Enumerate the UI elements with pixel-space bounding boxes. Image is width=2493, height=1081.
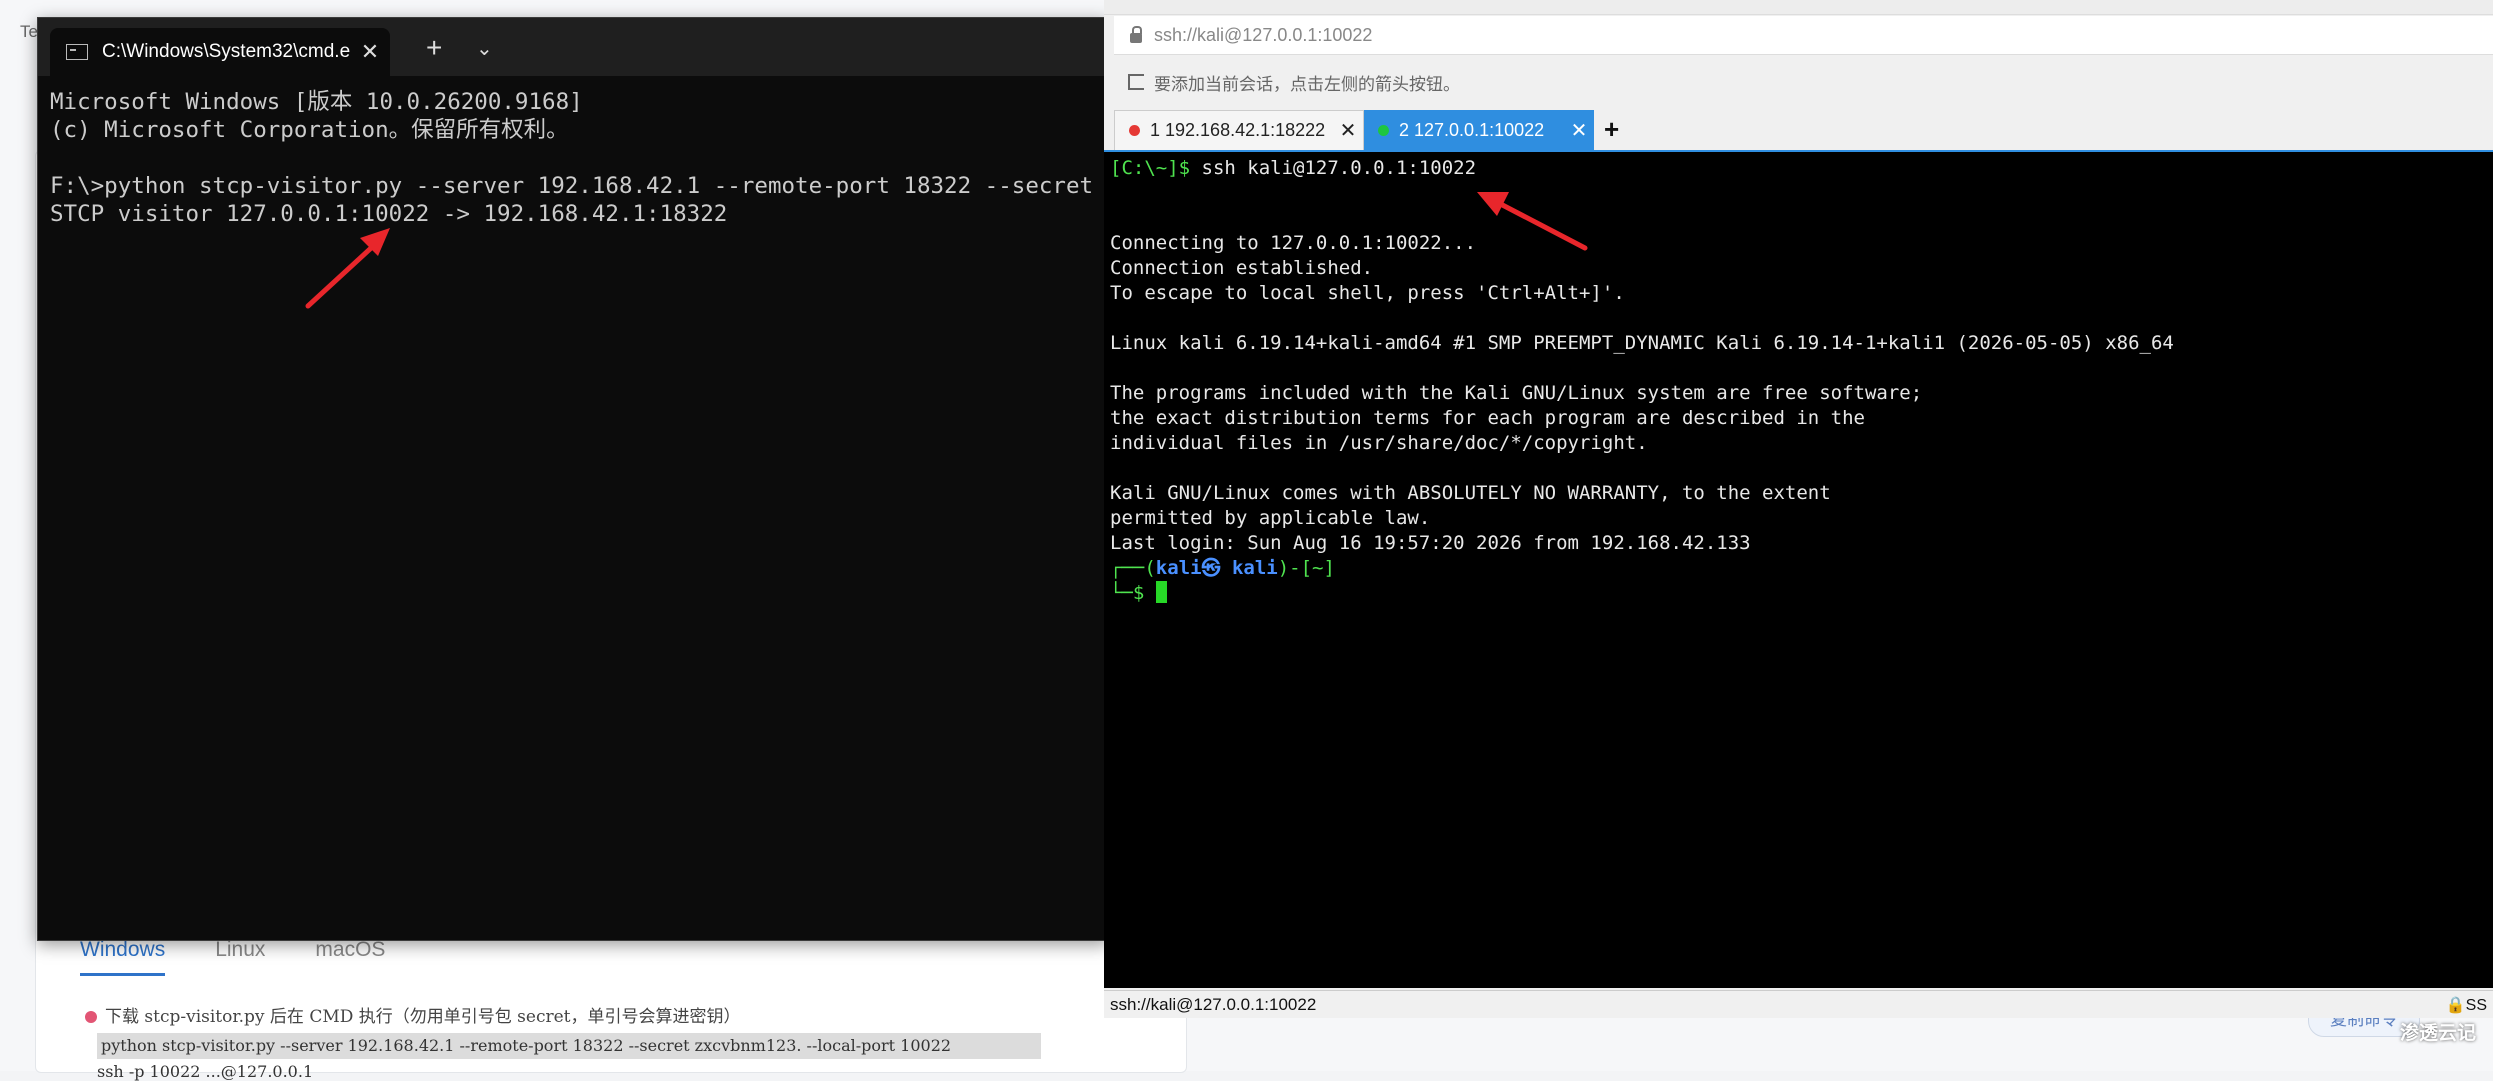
kali-prompt-line: ┌──(kali㉿ kali)-[~] xyxy=(1110,556,2174,581)
terminal-line: Kali GNU/Linux comes with ABSOLUTELY NO … xyxy=(1110,482,1831,504)
tab-windows[interactable]: Windows xyxy=(80,936,166,976)
terminal-line: ​ xyxy=(1110,356,2174,381)
session-tab-2[interactable]: 2 127.0.0.1:10022 ✕ xyxy=(1364,110,1594,150)
terminal-line: Connection established. xyxy=(1110,257,1374,279)
close-icon[interactable]: ✕ xyxy=(350,39,390,65)
session-tab-1[interactable]: 1 192.168.42.1:18222 ✕ xyxy=(1114,110,1364,150)
tab-linux[interactable]: Linux xyxy=(215,936,265,976)
add-session-icon[interactable] xyxy=(1128,74,1144,90)
instruction-note: 下载 stcp-visitor.py 后在 CMD 执行（勿用单引号包 secr… xyxy=(85,1002,741,1027)
terminal-prompt-line: [C:\~]$ ssh kali@127.0.0.1:10022 xyxy=(1110,156,2174,181)
terminal-line: permitted by applicable law. xyxy=(1110,507,1431,529)
status-bar-address: ssh://kali@127.0.0.1:10022 xyxy=(1110,994,1317,1014)
command-code-block[interactable]: python stcp-visitor.py --server 192.168.… xyxy=(97,1033,1041,1059)
ssh-terminal[interactable]: [C:\~]$ ssh kali@127.0.0.1:10022​​Connec… xyxy=(1104,150,2493,988)
background-text: Te xyxy=(20,22,38,41)
annotation-arrow-cmd xyxy=(305,228,390,309)
address-bar[interactable]: ssh://kali@127.0.0.1:10022 xyxy=(1114,16,2493,55)
status-bar: ssh://kali@127.0.0.1:10022 🔒SS xyxy=(1104,990,2493,1018)
status-bar-right: 🔒SS xyxy=(2445,997,2487,1014)
terminal-output-lines: ​​Connecting to 127.0.0.1:10022...Connec… xyxy=(1110,181,2174,556)
terminal-prompt: [C:\~]$ xyxy=(1110,157,1191,179)
terminal-line: ​ xyxy=(1110,306,2174,331)
kali-prompt-dollar: └─$ xyxy=(1110,582,1145,604)
ssh-client-window: ssh://kali@127.0.0.1:10022 要添加当前会话，点击左侧的… xyxy=(1104,0,2493,1018)
status-dot-icon xyxy=(1378,124,1389,136)
terminal-line: ​ xyxy=(1110,206,2174,231)
close-icon[interactable]: ✕ xyxy=(1333,118,1363,143)
watermark: 渗透云记 xyxy=(2400,1023,2477,1044)
terminal-cursor xyxy=(1155,581,1167,603)
session-hint-text: 要添加当前会话，点击左侧的箭头按钮。 xyxy=(1154,74,1460,94)
session-tab-label: 2 127.0.0.1:10022 xyxy=(1399,119,1545,140)
terminal-line: Linux kali 6.19.14+kali-amd64 #1 SMP PRE… xyxy=(1110,332,2174,354)
terminal-command: ssh kali@127.0.0.1:10022 xyxy=(1190,157,1477,179)
terminal-line: Last login: Sun Aug 16 19:57:20 2026 fro… xyxy=(1110,532,1751,554)
command-code-block-2: ssh -p 10022 ...@127.0.0.1 xyxy=(97,1062,314,1081)
instruction-text: 下载 stcp-visitor.py 后在 CMD 执行（勿用单引号包 secr… xyxy=(105,1007,741,1027)
cmd-line: (c) Microsoft Corporation。保留所有权利。 xyxy=(50,117,569,143)
lock-icon xyxy=(1130,26,1142,43)
cmd-window: C:\Windows\System32\cmd.exe ✕ + ⌄ Micros… xyxy=(37,17,1109,941)
cmd-output[interactable]: Microsoft Windows [版本 10.0.26200.9168] (c… xyxy=(50,88,1093,228)
cmd-line: STCP visitor 127.0.0.1:10022 -> 192.168.… xyxy=(50,201,728,227)
session-tab-label: 1 192.168.42.1:18222 xyxy=(1150,120,1326,140)
terminal-icon xyxy=(66,44,88,60)
new-tab-button[interactable]: + xyxy=(426,32,442,64)
status-dot-icon xyxy=(1129,125,1140,136)
address-text: ssh://kali@127.0.0.1:10022 xyxy=(1154,24,1373,45)
terminal-line: ​ xyxy=(1110,456,2174,481)
session-tabs: 1 192.168.42.1:18222 ✕ 2 127.0.0.1:10022… xyxy=(1104,110,2493,150)
kali-prompt-user: kali㉿ kali xyxy=(1155,557,1278,579)
add-tab-button[interactable]: + xyxy=(1604,114,1619,145)
terminal-line: individual files in /usr/share/doc/*/cop… xyxy=(1110,432,1648,454)
kali-prompt-open: ┌──( xyxy=(1110,557,1156,579)
close-icon[interactable]: ✕ xyxy=(1564,118,1594,143)
session-hint-bar: 要添加当前会话，点击左侧的箭头按钮。 xyxy=(1114,62,1460,102)
os-tabs: Windows Linux macOS xyxy=(80,936,385,976)
annotation-arrow-ssh xyxy=(1477,192,1588,251)
terminal-line: To escape to local shell, press 'Ctrl+Al… xyxy=(1110,282,1625,304)
kali-prompt-close: )-[~] xyxy=(1277,557,1335,579)
cmd-line: Microsoft Windows [版本 10.0.26200.9168] xyxy=(50,89,583,115)
chevron-down-icon[interactable]: ⌄ xyxy=(476,36,493,61)
terminal-line: The programs included with the Kali GNU/… xyxy=(1110,382,1923,404)
bullet-icon xyxy=(85,1011,97,1023)
cmd-line: F:\>python stcp-visitor.py --server 192.… xyxy=(50,173,1094,199)
cmd-tab-title: C:\Windows\System32\cmd.exe xyxy=(102,41,350,62)
ssh-toolbar xyxy=(1104,0,2493,15)
cmd-tab[interactable]: C:\Windows\System32\cmd.exe ✕ xyxy=(50,28,390,76)
cmd-line: ​ xyxy=(50,144,1093,172)
terminal-line: Connecting to 127.0.0.1:10022... xyxy=(1110,232,1477,254)
cmd-titlebar: C:\Windows\System32\cmd.exe ✕ + ⌄ xyxy=(38,18,1108,76)
terminal-line: ​ xyxy=(1110,181,2174,206)
terminal-output: [C:\~]$ ssh kali@127.0.0.1:10022​​Connec… xyxy=(1110,156,2174,606)
tab-macos[interactable]: macOS xyxy=(315,936,385,976)
kali-prompt-input-line: └─$ xyxy=(1110,581,2174,606)
terminal-line: the exact distribution terms for each pr… xyxy=(1110,407,1865,429)
